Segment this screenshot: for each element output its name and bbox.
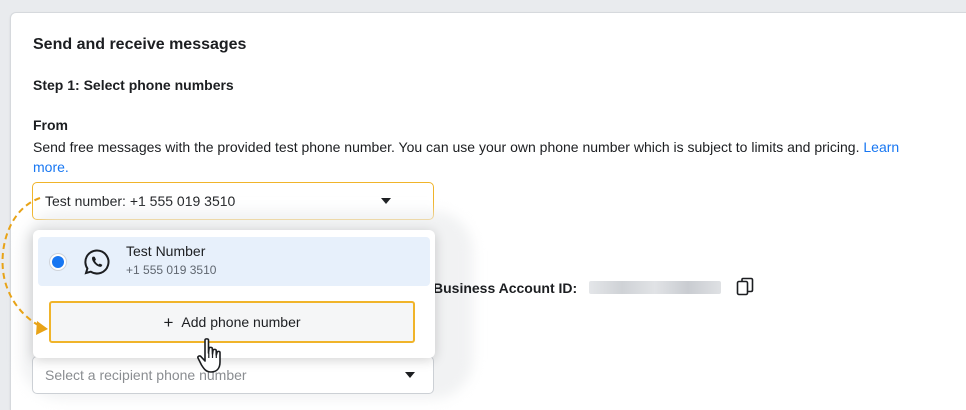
plus-icon: + bbox=[163, 312, 174, 332]
phone-dropdown-menu: Test Number +1 555 019 3510 + Add phone … bbox=[33, 230, 435, 358]
from-label: From bbox=[33, 117, 68, 133]
step-title: Step 1: Select phone numbers bbox=[33, 77, 234, 93]
caret-down-icon bbox=[405, 372, 415, 378]
recipient-phone-select[interactable]: Select a recipient phone number bbox=[32, 356, 434, 394]
section-title: Send and receive messages bbox=[33, 36, 247, 53]
whatsapp-icon bbox=[84, 249, 110, 275]
business-account-id-redacted bbox=[589, 281, 721, 294]
from-description-text: Send free messages with the provided tes… bbox=[33, 139, 860, 155]
dropdown-option-test-number[interactable]: Test Number +1 555 019 3510 bbox=[38, 237, 430, 286]
from-phone-select-value: Test number: +1 555 019 3510 bbox=[45, 193, 236, 209]
annotation-arrow-icon bbox=[1, 197, 48, 335]
option-number: +1 555 019 3510 bbox=[126, 263, 217, 277]
option-name: Test Number bbox=[126, 243, 206, 259]
copy-icon[interactable] bbox=[736, 277, 754, 297]
messaging-card: Send and receive messages Step 1: Select… bbox=[10, 12, 966, 410]
add-phone-number-label: Add phone number bbox=[181, 314, 301, 330]
add-phone-number-button[interactable]: + Add phone number bbox=[49, 301, 415, 343]
business-account-label: Business Account ID: bbox=[433, 280, 578, 296]
from-description: Send free messages with the provided tes… bbox=[33, 137, 933, 177]
caret-down-icon bbox=[381, 198, 391, 204]
hand-cursor-icon bbox=[197, 338, 221, 373]
